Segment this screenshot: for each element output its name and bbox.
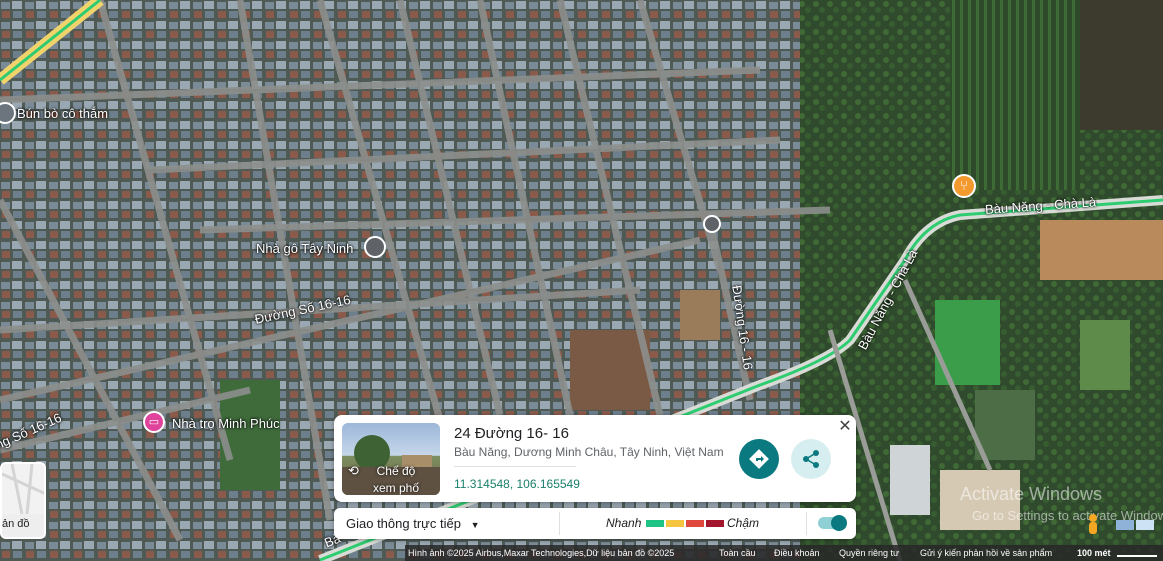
layers-icon[interactable] bbox=[1116, 518, 1156, 532]
place-info-card[interactable]: ⟲ Chế độ xem phố 24 Đường 16- 16 Bàu Năn… bbox=[334, 415, 856, 502]
toggle-knob bbox=[831, 515, 847, 531]
traffic-color-4 bbox=[706, 520, 724, 527]
street-view-label: Chế độ xem phố bbox=[372, 464, 420, 495]
feedback-link[interactable]: Gửi ý kiến phản hồi về sản phẩm bbox=[920, 548, 1052, 558]
pegman-icon[interactable] bbox=[1086, 514, 1100, 536]
place-label-bun-bo[interactable]: Bún bò cô thắm bbox=[17, 106, 108, 121]
street-view-icon: ⟲ bbox=[348, 463, 359, 478]
global-link[interactable]: Toàn cầu bbox=[719, 548, 756, 558]
street-view-thumbnail[interactable]: ⟲ Chế độ xem phố bbox=[342, 423, 440, 495]
divider bbox=[559, 512, 560, 535]
directions-icon bbox=[749, 449, 769, 469]
restaurant-icon[interactable]: ⑂ bbox=[952, 174, 976, 198]
place-label-nha-go[interactable]: Nhà gô Tây Ninh bbox=[256, 241, 353, 256]
traffic-layer-label: Giao thông trực tiếp bbox=[346, 516, 461, 531]
privacy-link[interactable]: Quyền riêng tư bbox=[839, 548, 899, 558]
pin-icon[interactable] bbox=[364, 236, 386, 258]
traffic-layer-dropdown[interactable]: Giao thông trực tiếp ▼ bbox=[346, 516, 479, 531]
share-icon bbox=[803, 450, 819, 468]
divider bbox=[806, 512, 807, 535]
traffic-fast-label: Nhanh bbox=[606, 516, 642, 530]
share-button[interactable] bbox=[791, 439, 831, 479]
scale-bar bbox=[1117, 555, 1157, 557]
imagery-attribution: Hình ảnh ©2025 Airbus,Maxar Technologies… bbox=[408, 548, 675, 558]
map-type-toggle[interactable]: ản đồ bbox=[0, 462, 46, 539]
terms-link[interactable]: Điều khoản bbox=[774, 548, 820, 558]
place-coordinates[interactable]: 11.314548, 106.165549 bbox=[454, 477, 580, 491]
traffic-color-3 bbox=[686, 520, 704, 527]
map-thumb-icon bbox=[2, 464, 44, 515]
traffic-color-1 bbox=[646, 520, 664, 527]
map-footer: Hình ảnh ©2025 Airbus,Maxar Technologies… bbox=[405, 545, 1163, 561]
traffic-toggle[interactable] bbox=[818, 515, 847, 531]
scale-label[interactable]: 100 mét bbox=[1077, 548, 1111, 558]
divider bbox=[454, 466, 576, 467]
pin-icon[interactable] bbox=[703, 215, 721, 233]
traffic-legend-bar: Giao thông trực tiếp ▼ Nhanh Chậm bbox=[334, 508, 856, 539]
activation-watermark-title: Activate Windows bbox=[960, 484, 1103, 504]
traffic-slow-label: Chậm bbox=[727, 516, 760, 530]
traffic-color-2 bbox=[666, 520, 684, 527]
directions-button[interactable] bbox=[739, 439, 779, 479]
place-label-nha-tro[interactable]: Nhà trọ Minh Phúc bbox=[172, 416, 280, 431]
hotel-icon[interactable]: ▭ bbox=[143, 411, 165, 433]
place-address: Bàu Năng, Dương Minh Châu, Tây Ninh, Việ… bbox=[454, 445, 724, 459]
traffic-color-scale bbox=[646, 520, 726, 527]
place-title: 24 Đường 16- 16 bbox=[454, 425, 569, 442]
dropdown-icon: ▼ bbox=[470, 520, 480, 530]
close-icon[interactable]: ✕ bbox=[836, 418, 854, 436]
map-type-label: ản đồ bbox=[2, 518, 30, 530]
